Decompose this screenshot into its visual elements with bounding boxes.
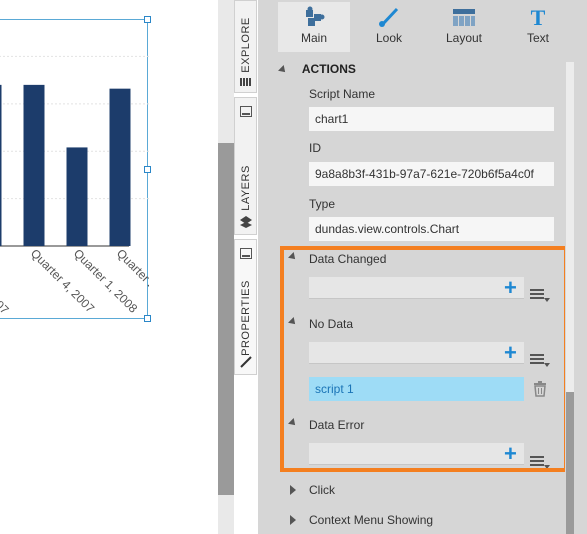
layers-icon (240, 216, 252, 228)
click-event-label[interactable]: Click (309, 483, 335, 497)
type-field[interactable]: dundas.view.controls.Chart (309, 217, 554, 241)
tab-explore-label: EXPLORE (239, 17, 252, 73)
expand-arrow-icon[interactable] (290, 515, 296, 525)
panel-icon (240, 106, 252, 117)
panel-scroll-lower-track[interactable] (566, 392, 574, 534)
tool-text-label: Text (526, 31, 549, 45)
tab-layers-label: LAYERS (239, 165, 252, 211)
canvas-scroll-thumb[interactable] (218, 143, 234, 495)
tool-look-label: Look (375, 31, 403, 45)
dashboard-canvas[interactable]: 2007 Quarter 4, 2007 Quarter 1, 2008 Quarte… (0, 0, 218, 534)
text-icon: T (531, 6, 546, 28)
tab-properties-label: PROPERTIES (239, 280, 252, 356)
context-menu-event-label[interactable]: Context Menu Showing (309, 513, 433, 527)
puzzle-icon (306, 6, 325, 26)
brush-icon (379, 7, 399, 27)
chart-selection-frame[interactable]: 2007 Quarter 4, 2007 Quarter 1, 2008 Quarte… (0, 16, 151, 322)
type-label: Type (309, 197, 336, 211)
chart-bar[interactable] (66, 147, 88, 246)
tool-main-label: Main (300, 31, 327, 45)
expand-arrow-icon[interactable] (290, 485, 296, 495)
layout-grid-icon (453, 9, 475, 26)
chart-bar[interactable] (109, 88, 131, 247)
chart-bar[interactable] (23, 84, 45, 246)
panel-scroll-thumb[interactable] (566, 62, 574, 392)
collapse-arrow-icon (278, 64, 288, 75)
tool-layout[interactable]: Layout (428, 2, 500, 52)
side-tab-strip: EXPLORE LAYERS PROPERTIES (234, 0, 258, 534)
bar-chart: 2007 Quarter 4, 2007Quarter 1, 2008Quarte… (0, 55, 149, 317)
panel-icon (240, 248, 252, 259)
brush-icon (240, 356, 252, 368)
script-name-label: Script Name (309, 87, 376, 101)
tool-text[interactable]: T Text (502, 2, 574, 52)
tool-look[interactable]: Look (353, 2, 425, 52)
actions-heading: ACTIONS (301, 62, 356, 76)
chart-tick-label: 2007 (0, 288, 12, 317)
database-icon (240, 77, 252, 87)
tab-properties[interactable]: PROPERTIES (234, 239, 257, 375)
actions-section-header[interactable]: ACTIONS (278, 62, 356, 76)
tool-layout-label: Layout (445, 31, 483, 45)
script-name-field[interactable]: chart1 (309, 107, 554, 131)
properties-toolbar: Main Look Layout T Text (258, 0, 587, 56)
chart-bar[interactable] (0, 84, 2, 246)
id-field[interactable]: 9a8a8b3f-431b-97a7-621e-720b6f5a4c0f (309, 162, 554, 186)
tool-main[interactable]: Main (278, 2, 350, 52)
highlight-box (280, 246, 568, 472)
id-label: ID (309, 141, 321, 155)
tab-layers[interactable]: LAYERS (234, 97, 257, 235)
svg-text:T: T (531, 6, 546, 28)
tab-explore[interactable]: EXPLORE (234, 0, 257, 93)
